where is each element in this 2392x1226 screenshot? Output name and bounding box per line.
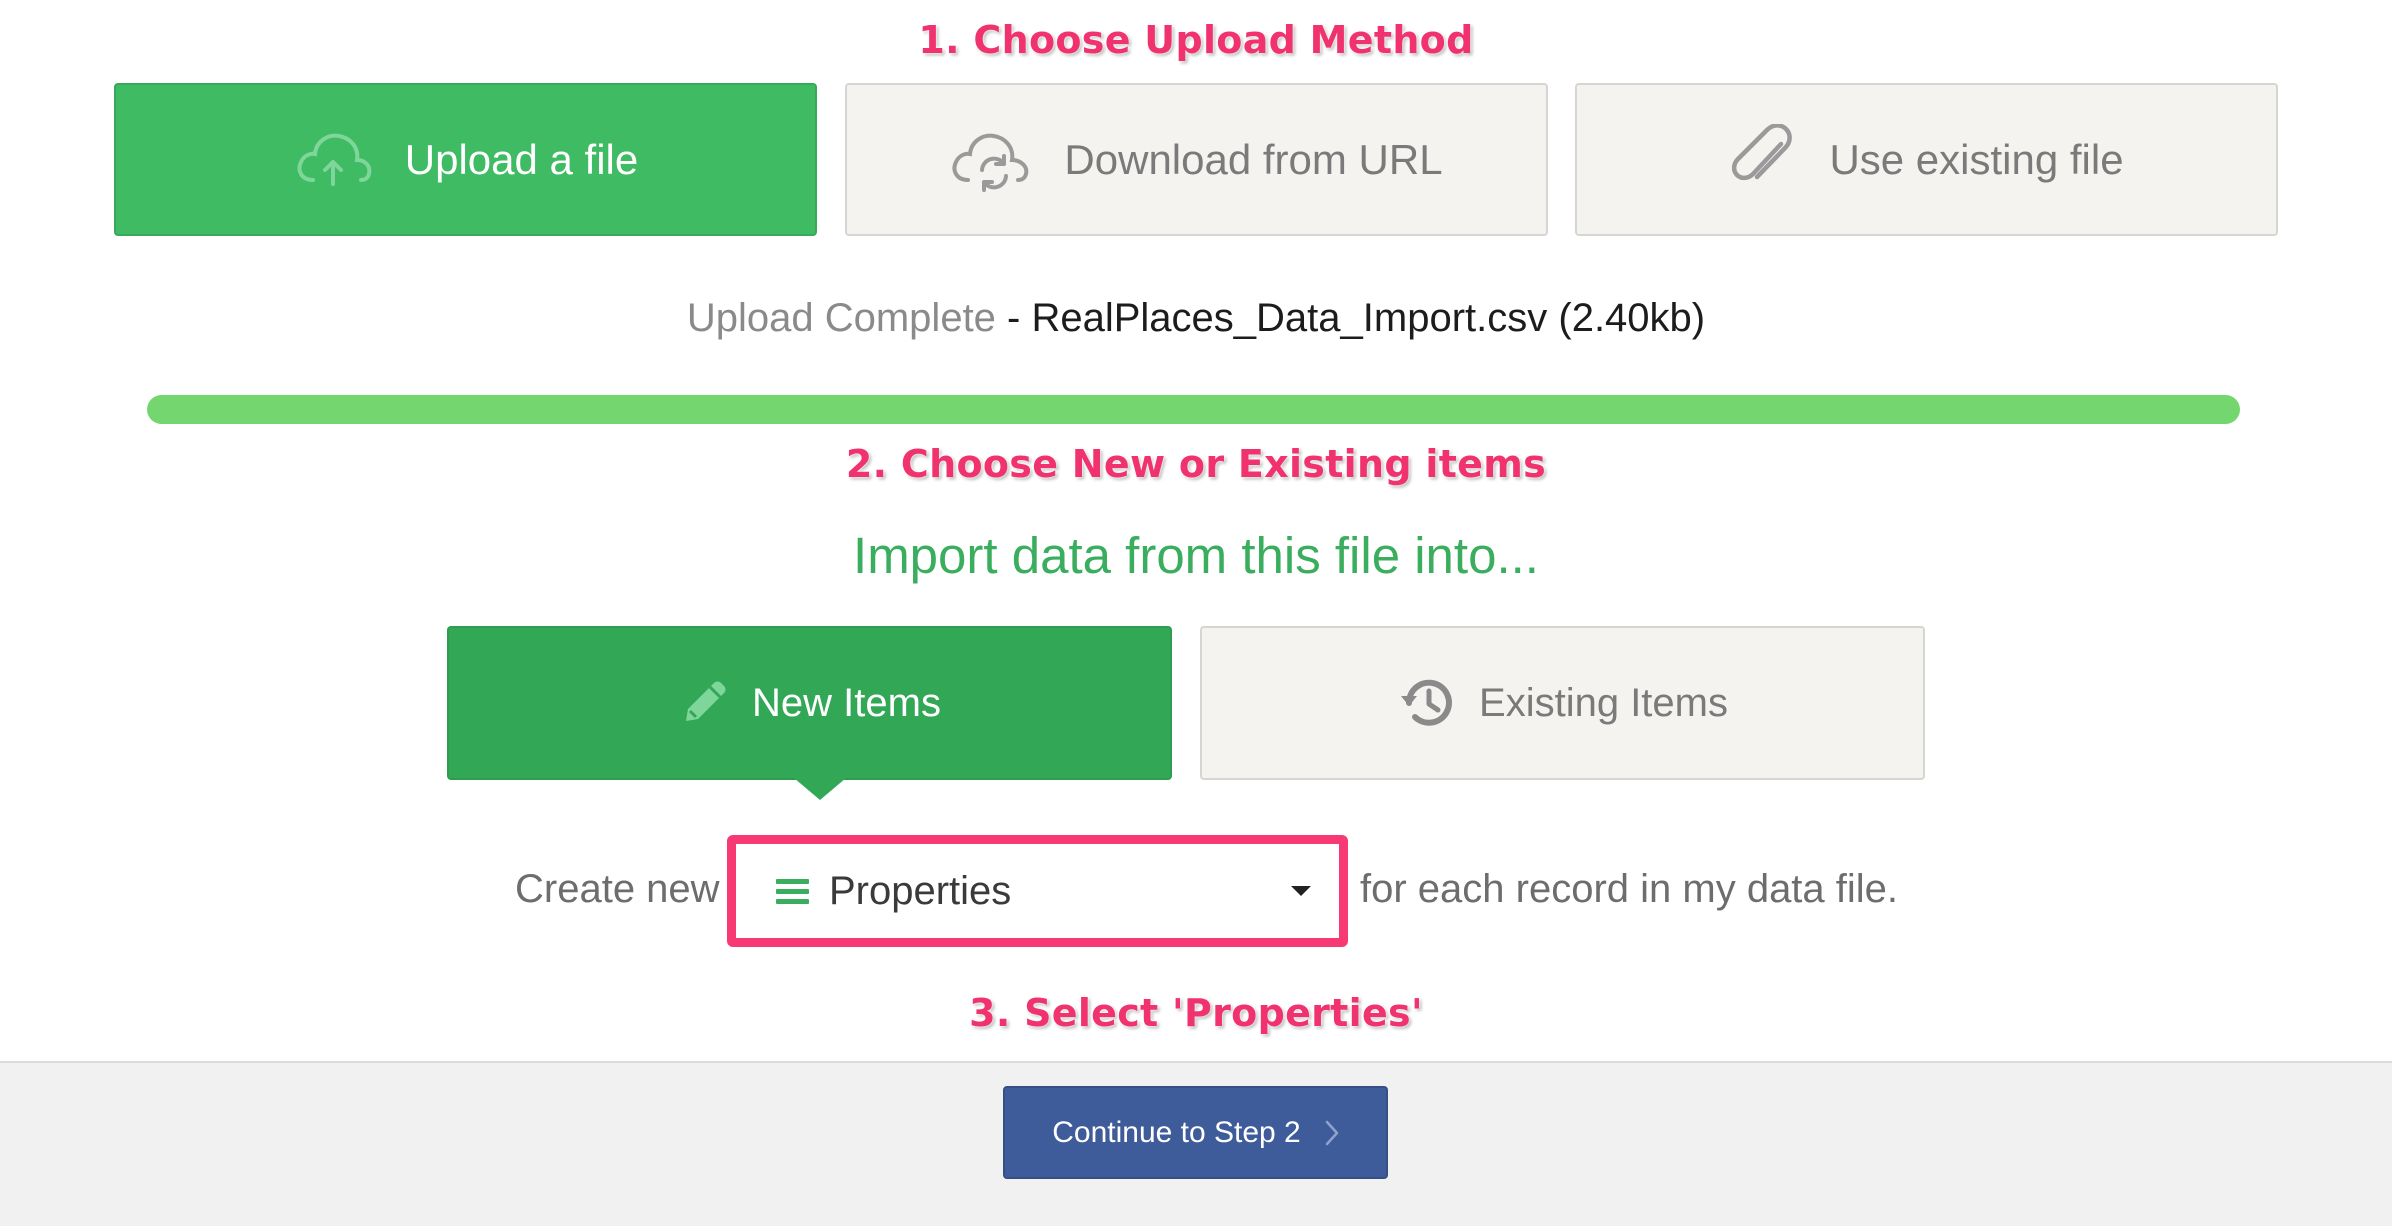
create-new-row: Create new Properties for each record in…: [0, 835, 2392, 947]
cloud-upload-icon: [293, 128, 375, 192]
caret-down-icon: [1291, 886, 1311, 896]
upload-filename: RealPlaces_Data_Import.csv: [1031, 296, 1548, 340]
history-icon: [1397, 674, 1457, 732]
item-type-value: Properties: [829, 868, 1012, 913]
upload-file-label: Upload a file: [404, 135, 639, 183]
continue-button[interactable]: Continue to Step 2: [1003, 1086, 1388, 1179]
annotation-step-1: 1. Choose Upload Method: [918, 18, 1474, 62]
continue-label: Continue to Step 2: [1052, 1115, 1301, 1149]
existing-items-button[interactable]: Existing Items: [1200, 626, 1925, 780]
upload-file-button[interactable]: Upload a file: [114, 83, 817, 236]
import-page: 1. Choose Upload Method Upload a file Do…: [0, 0, 2392, 1226]
active-option-pointer: [794, 778, 846, 800]
new-items-button[interactable]: New Items: [447, 626, 1172, 780]
annotation-step-2: 2. Choose New or Existing items: [845, 442, 1547, 486]
new-items-label: New Items: [752, 680, 941, 725]
existing-items-label: Existing Items: [1479, 680, 1728, 725]
list-icon: [776, 878, 809, 904]
upload-progress-bar: [147, 395, 2240, 424]
upload-status: Upload Complete - RealPlaces_Data_Import…: [0, 296, 2392, 341]
chevron-right-icon: [1325, 1120, 1339, 1146]
upload-status-separator: -: [995, 296, 1032, 340]
cloud-sync-icon: [950, 126, 1034, 194]
create-new-label: Create new: [515, 867, 720, 911]
paperclip-icon: [1729, 123, 1799, 196]
download-from-url-label: Download from URL: [1064, 135, 1443, 183]
use-existing-file-button[interactable]: Use existing file: [1575, 83, 2278, 236]
download-from-url-button[interactable]: Download from URL: [845, 83, 1548, 236]
upload-status-text: Upload Complete: [686, 296, 996, 340]
for-each-record-label: for each record in my data file.: [1360, 867, 1899, 911]
upload-progress-fill: [147, 395, 2240, 424]
import-title: Import data from this file into...: [853, 527, 1539, 584]
annotation-step-3: 3. Select 'Properties': [969, 991, 1423, 1035]
use-existing-file-label: Use existing file: [1829, 135, 2124, 183]
upload-filesize: (2.40kb): [1558, 296, 1706, 340]
pencil-icon: [678, 677, 730, 729]
item-type-select[interactable]: Properties: [727, 835, 1348, 947]
